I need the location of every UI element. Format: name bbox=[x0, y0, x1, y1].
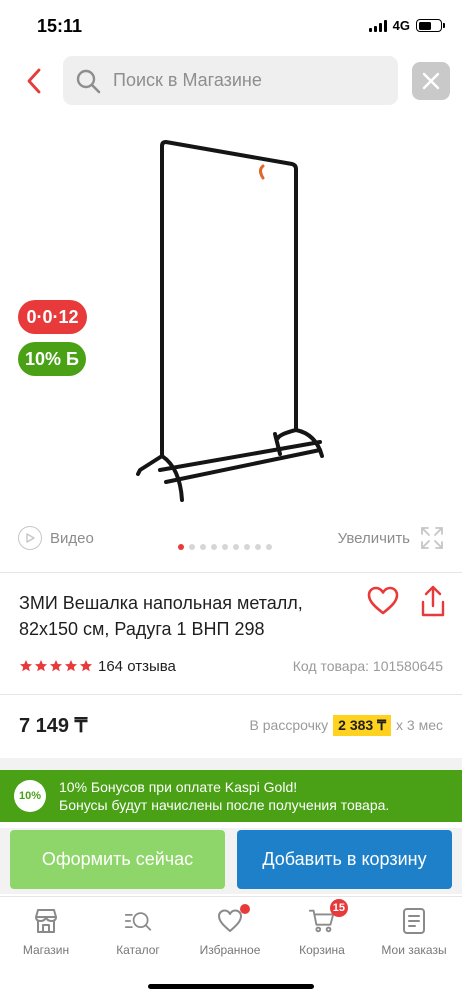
pagination-dot[interactable] bbox=[244, 544, 250, 550]
home-indicator bbox=[148, 984, 314, 989]
video-button[interactable]: Видео bbox=[18, 526, 94, 550]
star-icon bbox=[80, 660, 92, 672]
pagination-dot[interactable] bbox=[211, 544, 217, 550]
status-time: 15:11 bbox=[37, 16, 83, 36]
pagination-dot[interactable] bbox=[222, 544, 228, 550]
pagination-dot[interactable] bbox=[189, 544, 195, 550]
favorite-button[interactable] bbox=[366, 586, 400, 621]
favorites-dot bbox=[240, 904, 250, 914]
buy-now-button[interactable]: Оформить сейчас bbox=[10, 830, 225, 889]
star-icon bbox=[65, 660, 77, 672]
divider bbox=[0, 694, 462, 695]
pagination-dot[interactable] bbox=[178, 544, 184, 550]
tab-favorites-label: Избранное bbox=[199, 943, 261, 957]
bonus-banner[interactable]: 10% 10% Бонусов при оплате Kaspi Gold! Б… bbox=[0, 770, 462, 822]
tab-orders-label: Мои заказы bbox=[381, 943, 447, 957]
zoom-button[interactable]: Увеличить bbox=[338, 526, 444, 550]
pagination-dot[interactable] bbox=[200, 544, 206, 550]
catalog-search-icon bbox=[124, 907, 152, 935]
installment-prefix: В рассрочку bbox=[249, 717, 329, 733]
play-icon bbox=[18, 526, 42, 550]
signal-icon bbox=[368, 19, 387, 32]
installment-amount: 2 383 ₸ bbox=[333, 714, 392, 736]
pagination-dot[interactable] bbox=[266, 544, 272, 550]
heart-icon bbox=[216, 904, 250, 935]
chevron-left-icon bbox=[27, 68, 41, 94]
tab-shop[interactable]: Магазин bbox=[0, 907, 92, 957]
product-code: Код товара: 101580645 bbox=[292, 658, 443, 674]
section-separator bbox=[0, 758, 462, 770]
bonus-percent-badge: 10% bbox=[14, 780, 46, 812]
tab-cart-label: Корзина bbox=[299, 943, 345, 957]
zoom-label: Увеличить bbox=[337, 529, 410, 547]
product-image[interactable] bbox=[120, 138, 330, 508]
video-label: Видео bbox=[50, 529, 94, 547]
status-indicators: 4G bbox=[368, 18, 445, 33]
back-button[interactable] bbox=[18, 64, 50, 98]
share-icon bbox=[421, 585, 445, 617]
battery-icon bbox=[416, 19, 445, 32]
tab-orders[interactable]: Мои заказы bbox=[368, 907, 460, 957]
star-icon bbox=[50, 660, 62, 672]
installment-info[interactable]: В рассрочку 2 383 ₸ x 3 мес bbox=[249, 714, 443, 736]
cart-icon: 15 bbox=[308, 899, 348, 935]
close-button[interactable] bbox=[412, 62, 450, 100]
search-icon bbox=[76, 69, 101, 93]
shop-icon bbox=[32, 907, 60, 935]
network-type: 4G bbox=[392, 18, 410, 33]
close-icon bbox=[422, 72, 440, 90]
price-row: 7 149 ₸ В рассрочку 2 383 ₸ x 3 мес bbox=[19, 710, 443, 740]
installment-suffix: x 3 мес bbox=[396, 717, 443, 733]
tab-catalog-label: Каталог bbox=[116, 943, 160, 957]
bottom-tab-bar: Магазин Каталог Избранное 15 Корзина Мои… bbox=[0, 896, 462, 966]
rating-row: 164 отзыва Код товара: 101580645 bbox=[19, 656, 443, 676]
heart-outline-icon bbox=[367, 586, 399, 615]
tab-cart[interactable]: 15 Корзина bbox=[276, 899, 368, 957]
pagination-dot[interactable] bbox=[233, 544, 239, 550]
expand-icon bbox=[421, 527, 443, 549]
gallery-pagination[interactable] bbox=[178, 544, 272, 550]
cart-count-badge: 15 bbox=[329, 899, 348, 917]
bonus-text: 10% Бонусов при оплате Kaspi Gold! Бонус… bbox=[59, 778, 389, 814]
action-bar: Оформить сейчас Добавить в корзину bbox=[0, 828, 462, 894]
divider bbox=[0, 572, 462, 573]
orders-icon bbox=[400, 907, 428, 935]
star-icon bbox=[20, 660, 32, 672]
bonus-badge: 10% Б bbox=[18, 342, 86, 376]
search-input[interactable] bbox=[113, 70, 383, 91]
share-button[interactable] bbox=[420, 584, 446, 623]
bonus-line-1: 10% Бонусов при оплате Kaspi Gold! bbox=[59, 779, 298, 795]
product-price: 7 149 ₸ bbox=[19, 714, 88, 737]
product-title: ЗМИ Вешалка напольная металл, 82x150 см,… bbox=[19, 593, 303, 639]
status-bar: 15:11 4G bbox=[0, 0, 462, 54]
tab-catalog[interactable]: Каталог bbox=[92, 907, 184, 957]
bonus-line-2: Бонусы будут начислены после получения т… bbox=[59, 797, 390, 813]
search-box[interactable] bbox=[63, 56, 398, 105]
pagination-dot[interactable] bbox=[255, 544, 261, 550]
tab-favorites[interactable]: Избранное bbox=[184, 904, 276, 957]
star-icon bbox=[35, 660, 47, 672]
product-gallery[interactable]: 0·0·12 10% Б Видео Увеличить bbox=[0, 120, 462, 560]
search-header bbox=[0, 56, 462, 106]
add-to-cart-button[interactable]: Добавить в корзину bbox=[237, 830, 452, 889]
tab-shop-label: Магазин bbox=[22, 943, 70, 957]
rating-stars bbox=[19, 659, 93, 673]
reviews-link[interactable]: 164 отзыва bbox=[98, 658, 176, 675]
installment-badge: 0·0·12 bbox=[18, 300, 87, 334]
product-title-block: ЗМИ Вешалка напольная металл, 82x150 см,… bbox=[19, 590, 354, 642]
